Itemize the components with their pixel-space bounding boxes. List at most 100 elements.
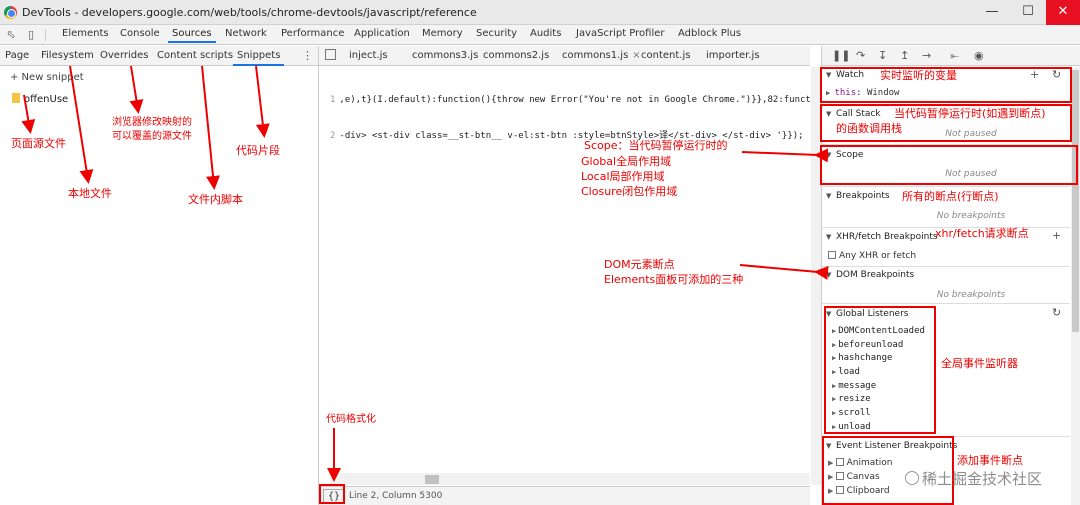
scope-highlight-box — [820, 145, 1078, 185]
chrome-logo-icon — [4, 6, 17, 19]
inspect-element-icon[interactable]: ⬁ — [4, 28, 18, 42]
new-snippet-button[interactable]: + New snippet — [10, 72, 84, 83]
annotation-call-stack-2: 的函数调用栈 — [836, 122, 902, 135]
watermark-logo-icon — [905, 471, 919, 485]
format-button-highlight-box — [319, 484, 345, 504]
tab-sources[interactable]: Sources — [168, 28, 216, 43]
tab-application[interactable]: Application — [354, 28, 410, 39]
nav-tab-content-scripts[interactable]: Content scripts — [157, 50, 233, 61]
annotation-page-source: 页面源文件 — [11, 137, 66, 150]
global-listeners-highlight-box — [824, 306, 936, 434]
annotation-scope-3: Local局部作用域 — [581, 170, 665, 183]
tab-network[interactable]: Network — [225, 28, 267, 39]
main-tab-bar: ⬁ ▯ Elements Console Sources Network Per… — [0, 25, 1080, 45]
annotation-dom-2: Elements面板可添加的三种 — [604, 273, 744, 286]
dom-breakpoints-header[interactable]: ▼ DOM Breakpoints — [826, 270, 914, 280]
close-tab-icon[interactable]: × — [632, 50, 640, 61]
annotation-content-scripts: 文件内脚本 — [188, 193, 243, 206]
editor-tab-active[interactable]: commons1.js × — [556, 46, 647, 66]
editor-horizontal-scrollbar[interactable] — [330, 473, 810, 485]
checkbox[interactable] — [828, 251, 836, 259]
deactivate-breakpoints-icon[interactable]: ⤜ — [950, 49, 959, 63]
line-number: 2 — [330, 131, 336, 141]
nav-tab-filesystem[interactable]: Filesystem — [41, 50, 94, 61]
scrollbar-thumb[interactable] — [425, 475, 439, 484]
dom-breakpoints-empty: No breakpoints — [936, 290, 1006, 300]
tab-security[interactable]: Security — [476, 28, 517, 39]
navigator-tabs: Page Filesystem Overrides Content script… — [0, 46, 318, 66]
pause-on-exceptions-icon[interactable]: ◉ — [974, 49, 984, 62]
maximize-button[interactable]: ☐ — [1011, 0, 1045, 25]
step-over-icon[interactable]: ↷ — [856, 49, 865, 62]
pause-icon[interactable]: ❚❚ — [832, 49, 850, 62]
toolbar-divider — [45, 29, 46, 41]
annotation-local-files: 本地文件 — [68, 187, 112, 200]
annotation-format: 代码格式化 — [326, 414, 376, 425]
cursor-position: Line 2, Column 5300 — [349, 491, 443, 501]
snippet-file-name: offenUse — [24, 94, 69, 105]
toggle-navigator-icon[interactable] — [325, 49, 336, 60]
arrow-dom — [739, 264, 829, 280]
xhr-any-label: Any XHR or fetch — [839, 251, 917, 261]
editor-tab[interactable]: importer.js — [706, 50, 760, 61]
editor-tab[interactable]: inject.js — [349, 50, 388, 61]
step-into-icon[interactable]: ↧ — [878, 49, 887, 62]
annotation-breakpoints: 所有的断点(行断点) — [902, 190, 999, 203]
navigator-divider[interactable] — [318, 46, 319, 505]
tab-console[interactable]: Console — [120, 28, 160, 39]
annotation-call-stack-1: 当代码暂停运行时(如遇到断点) — [894, 107, 1046, 120]
dom-breakpoints-title: DOM Breakpoints — [836, 270, 915, 280]
watermark: 稀土掘金技术社区 — [905, 468, 1042, 489]
editor-tab[interactable]: content.js — [641, 50, 690, 61]
annotation-snippets: 代码片段 — [236, 144, 280, 157]
step-out-icon[interactable]: ↥ — [900, 49, 909, 62]
tab-elements[interactable]: Elements — [62, 28, 109, 39]
editor-tab[interactable]: commons2.js — [483, 50, 549, 61]
breakpoints-empty: No breakpoints — [936, 211, 1006, 221]
annotation-scope-2: Global全局作用域 — [581, 155, 672, 168]
editor-tab[interactable]: commons3.js — [412, 50, 478, 61]
debugger-scrollbar-thumb[interactable] — [1072, 70, 1079, 332]
editor-tab-label: commons1.js — [562, 50, 629, 61]
code-line: 2 -div> <st-div class=__st-btn__ v-el:st-… — [330, 130, 811, 142]
file-icon — [12, 93, 20, 103]
tab-performance[interactable]: Performance — [281, 28, 344, 39]
annotation-event-breakpoints: 添加事件断点 — [957, 454, 1023, 467]
code-editor[interactable]: 1 ,e),t}(I.default):function(){throw new … — [330, 70, 811, 154]
debugger-toolbar: ❚❚ ↷ ↧ ↥ → ⤜ ◉ — [822, 46, 1080, 66]
xhr-breakpoints-header[interactable]: ▼ XHR/fetch Breakpoints — [826, 232, 938, 242]
breakpoints-title: Breakpoints — [836, 191, 890, 201]
tab-memory[interactable]: Memory — [422, 28, 463, 39]
annotation-scope-1: Scope：当代码暂停运行时的 — [584, 139, 728, 152]
code-text: ,e),t}(I.default):function(){throw new E… — [339, 95, 811, 105]
snippet-file[interactable]: offenUse — [12, 93, 68, 105]
xhr-any-checkbox[interactable]: Any XHR or fetch — [828, 251, 916, 261]
annotation-overrides-1: 浏览器修改映射的 — [112, 117, 192, 128]
annotation-global-listeners: 全局事件监听器 — [941, 357, 1018, 370]
nav-tab-snippets[interactable]: Snippets — [232, 50, 285, 66]
xhr-breakpoints-title: XHR/fetch Breakpoints — [836, 232, 938, 242]
annotation-xhr: xhr/fetch请求断点 — [935, 227, 1029, 240]
collapse-icon: ▼ — [826, 271, 832, 279]
collapse-icon: ▼ — [826, 192, 832, 200]
device-toolbar-icon[interactable]: ▯ — [24, 28, 38, 42]
tab-audits[interactable]: Audits — [530, 28, 561, 39]
tab-javascript-profiler[interactable]: JavaScript Profiler — [576, 28, 665, 39]
minimize-button[interactable]: — — [975, 0, 1009, 25]
annotation-dom-1: DOM元素断点 — [604, 258, 675, 271]
close-button[interactable]: ✕ — [1046, 0, 1080, 25]
annotation-scope-4: Closure闭包作用域 — [581, 185, 678, 198]
breakpoints-header[interactable]: ▼ Breakpoints — [826, 191, 890, 201]
more-options-icon[interactable]: ⋮ — [302, 49, 313, 62]
title-bar: DevTools - developers.google.com/web/too… — [0, 0, 1080, 25]
code-line: 1 ,e),t}(I.default):function(){throw new … — [330, 94, 811, 106]
nav-tab-page[interactable]: Page — [5, 50, 29, 61]
step-icon[interactable]: → — [922, 49, 931, 62]
tab-adblock-plus[interactable]: Adblock Plus — [678, 28, 741, 39]
annotation-overrides-2: 可以覆盖的源文件 — [112, 131, 192, 142]
refresh-icon[interactable]: ↻ — [1052, 306, 1061, 319]
collapse-icon: ▼ — [826, 233, 832, 241]
nav-tab-overrides[interactable]: Overrides — [100, 50, 148, 61]
add-xhr-breakpoint-icon[interactable]: + — [1052, 229, 1061, 242]
editor-status-bar: {} Line 2, Column 5300 — [319, 486, 810, 505]
